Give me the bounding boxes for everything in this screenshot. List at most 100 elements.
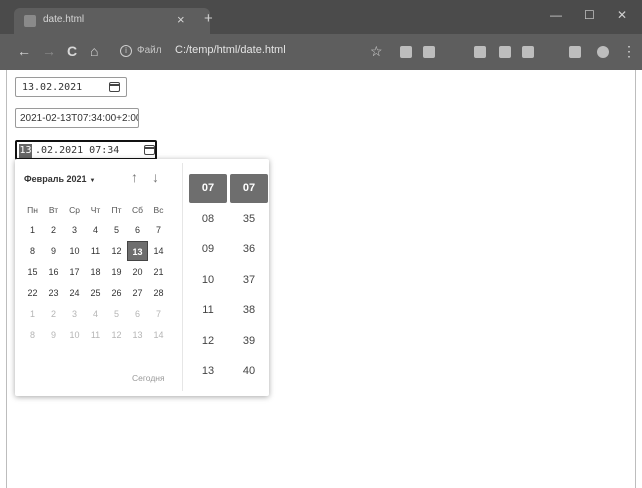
date-input[interactable]: 13.02.2021 xyxy=(15,77,127,97)
calendar-day-cell[interactable]: 26 xyxy=(106,283,127,303)
previous-month-arrow-icon[interactable]: ↑ xyxy=(131,169,138,185)
calendar-day-cell[interactable]: 19 xyxy=(106,262,127,282)
weekday-header: Ср xyxy=(69,205,80,215)
date-input-value: 13.02.2021 xyxy=(22,82,83,93)
calendar-day-cell[interactable]: 10 xyxy=(64,325,85,345)
calendar-day-cell[interactable]: 9 xyxy=(43,325,64,345)
weekday-header: Пн xyxy=(27,205,38,215)
calendar-icon[interactable] xyxy=(109,82,120,92)
today-button[interactable]: Сегодня xyxy=(132,373,165,383)
calendar-day-cell[interactable]: 16 xyxy=(43,262,64,282)
browser-toolbar: ← → C ⌂ i Файл C:/temp/html/date.html ☆ … xyxy=(0,34,642,70)
calendar-day-cell[interactable]: 4 xyxy=(85,220,106,240)
calendar-day-cell[interactable]: 9 xyxy=(43,241,64,261)
calendar-day-cell[interactable]: 22 xyxy=(22,283,43,303)
calendar-day-cell[interactable]: 14 xyxy=(148,241,169,261)
minimize-button[interactable]: — xyxy=(550,7,562,23)
calendar-day-cell[interactable]: 5 xyxy=(106,220,127,240)
minute-cell[interactable]: 40 xyxy=(230,357,268,386)
weekday-header: Вт xyxy=(48,205,59,215)
calendar-day-cell[interactable]: 7 xyxy=(148,304,169,324)
address-bar[interactable]: i Файл C:/temp/html/date.html xyxy=(112,40,402,64)
calendar-day-cell[interactable]: 4 xyxy=(85,304,106,324)
calendar-day-cell[interactable]: 2 xyxy=(43,220,64,240)
datetime-text-input[interactable]: 2021-02-13T07:34:00+2:00 xyxy=(15,108,139,128)
new-tab-button[interactable]: + xyxy=(204,11,213,26)
weekday-header: Вс xyxy=(153,205,164,215)
calendar-day-cell[interactable]: 15 xyxy=(22,262,43,282)
calendar-day-cell[interactable]: 17 xyxy=(64,262,85,282)
hour-cell[interactable]: 12 xyxy=(189,327,227,356)
minute-cell[interactable]: 39 xyxy=(230,327,268,356)
menu-kebab-icon[interactable]: ⋮ xyxy=(622,43,636,59)
calendar-day-cell[interactable]: 11 xyxy=(85,325,106,345)
calendar-day-cell[interactable]: 8 xyxy=(22,325,43,345)
hour-cell[interactable]: 10 xyxy=(189,266,227,295)
next-month-arrow-icon[interactable]: ↓ xyxy=(152,169,159,185)
calendar-day-cell[interactable]: 14 xyxy=(148,325,169,345)
datetime-text-value: 2021-02-13T07:34:00+2:00 xyxy=(20,113,139,124)
calendar-day-cell[interactable]: 1 xyxy=(22,220,43,240)
calendar-day-cell[interactable]: 8 xyxy=(22,241,43,261)
calendar-day-cell[interactable]: 6 xyxy=(127,220,148,240)
calendar-day-cell[interactable]: 5 xyxy=(106,304,127,324)
calendar-day-cell[interactable]: 11 xyxy=(85,241,106,261)
calendar-day-cell[interactable]: 10 xyxy=(64,241,85,261)
extension-icon[interactable] xyxy=(423,46,435,58)
calendar-day-cell[interactable]: 7 xyxy=(148,220,169,240)
tab-close-icon[interactable]: × xyxy=(177,12,185,28)
profile-avatar[interactable] xyxy=(597,46,609,58)
hour-cell[interactable]: 13 xyxy=(189,357,227,386)
calendar-day-cell[interactable]: 2 xyxy=(43,304,64,324)
selected-day-cell[interactable]: 13 xyxy=(127,241,148,261)
calendar-day-cell[interactable]: 21 xyxy=(148,262,169,282)
extension-icon[interactable] xyxy=(400,46,412,58)
calendar-day-cell[interactable]: 28 xyxy=(148,283,169,303)
minute-cell[interactable]: 35 xyxy=(230,205,268,234)
calendar-day-cell[interactable]: 6 xyxy=(127,304,148,324)
reload-button[interactable]: C xyxy=(67,43,77,59)
minute-cell[interactable]: 38 xyxy=(230,296,268,325)
extension-icon[interactable] xyxy=(499,46,511,58)
calendar-day-cell[interactable]: 18 xyxy=(85,262,106,282)
extension-icon[interactable] xyxy=(474,46,486,58)
calendar-day-cell[interactable]: 3 xyxy=(64,220,85,240)
datetime-local-input[interactable]: 13 .02.2021 07:34 xyxy=(15,140,157,160)
extension-icon[interactable] xyxy=(522,46,534,58)
page-viewport: 13.02.2021 2021-02-13T07:34:00+2:00 13 .… xyxy=(6,70,636,488)
hour-cell[interactable]: 09 xyxy=(189,235,227,264)
close-window-button[interactable]: ✕ xyxy=(617,7,627,23)
calendar-day-cell[interactable]: 1 xyxy=(22,304,43,324)
calendar-day-cell[interactable]: 12 xyxy=(106,241,127,261)
selected-minute-cell[interactable]: 07 xyxy=(230,174,268,203)
home-button[interactable]: ⌂ xyxy=(90,43,98,59)
day-segment-highlight[interactable]: 13 xyxy=(19,144,32,158)
calendar-day-cell[interactable]: 24 xyxy=(64,283,85,303)
bookmark-star-icon[interactable]: ☆ xyxy=(370,43,383,59)
minute-cell[interactable]: 36 xyxy=(230,235,268,264)
calendar-icon[interactable] xyxy=(144,145,155,155)
calendar-day-cell[interactable]: 20 xyxy=(127,262,148,282)
tab-title: date.html xyxy=(43,14,85,25)
calendar-day-cell[interactable]: 27 xyxy=(127,283,148,303)
calendar-day-cell[interactable]: 23 xyxy=(43,283,64,303)
calendar-day-cell[interactable]: 12 xyxy=(106,325,127,345)
maximize-button[interactable]: ☐ xyxy=(584,7,595,23)
browser-tab[interactable]: date.html × xyxy=(14,8,210,34)
selected-hour-cell[interactable]: 07 xyxy=(189,174,227,203)
forward-button[interactable]: → xyxy=(42,43,56,59)
month-year-selector[interactable]: Февраль 2021 ▼ xyxy=(24,174,95,184)
info-icon[interactable]: i xyxy=(120,45,132,57)
calendar-day-cell[interactable]: 13 xyxy=(127,325,148,345)
hour-cell[interactable]: 08 xyxy=(189,205,227,234)
page-favicon-icon xyxy=(24,15,36,27)
url-text[interactable]: C:/temp/html/date.html xyxy=(175,44,286,56)
calendar-day-cell[interactable]: 3 xyxy=(64,304,85,324)
minute-cell[interactable]: 37 xyxy=(230,266,268,295)
back-button[interactable]: ← xyxy=(17,43,31,59)
scheme-label: Файл xyxy=(137,45,162,56)
calendar-day-cell[interactable]: 25 xyxy=(85,283,106,303)
browser-titlebar: date.html × + — ☐ ✕ xyxy=(0,0,642,34)
puzzle-extensions-icon[interactable] xyxy=(569,46,581,58)
hour-cell[interactable]: 11 xyxy=(189,296,227,325)
